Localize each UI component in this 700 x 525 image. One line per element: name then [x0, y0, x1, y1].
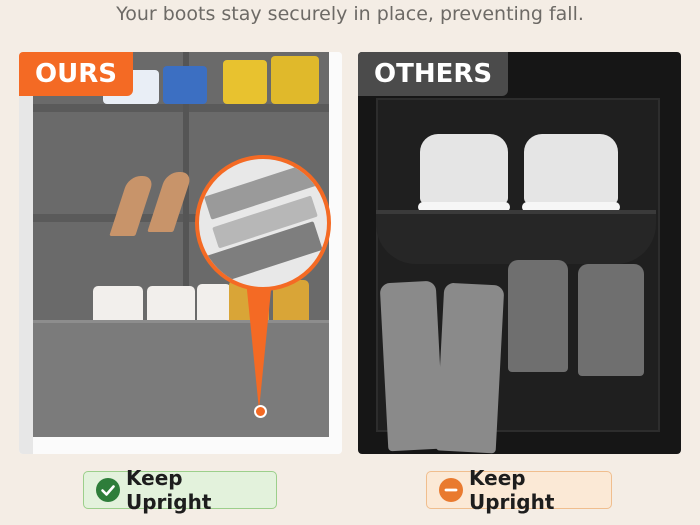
shelf: [33, 104, 329, 112]
badge-label: Keep Upright: [126, 466, 212, 514]
zoom-pointer: [246, 280, 272, 410]
tall-boot: [379, 280, 445, 452]
ours-panel: OURS: [19, 52, 342, 454]
tall-boot: [435, 282, 505, 454]
ours-tag: OURS: [19, 52, 133, 96]
zoom-pointer-dot: [254, 405, 267, 418]
keep-upright-bad-badge: Keep Upright: [426, 466, 612, 514]
minus-circle-icon: [439, 478, 463, 502]
headline: Your boots stay securely in place, preve…: [116, 3, 584, 25]
ankle-boot: [578, 264, 644, 376]
sneaker: [524, 134, 618, 204]
sneaker: [163, 66, 207, 104]
keep-upright-good-badge: Keep Upright: [83, 466, 277, 514]
fabric-detail-zoom: [195, 155, 331, 291]
check-circle-icon: [96, 478, 120, 502]
sagging-shelf: [376, 210, 656, 264]
sneaker: [420, 134, 508, 204]
sneaker: [271, 56, 319, 104]
badge-label: Keep Upright: [469, 466, 555, 514]
ankle-boot: [508, 260, 568, 372]
door-edge: [19, 52, 33, 454]
others-panel: OTHERS: [358, 52, 681, 454]
others-tag: OTHERS: [358, 52, 509, 96]
bottom-pocket: [33, 320, 329, 437]
sneaker: [223, 60, 267, 104]
